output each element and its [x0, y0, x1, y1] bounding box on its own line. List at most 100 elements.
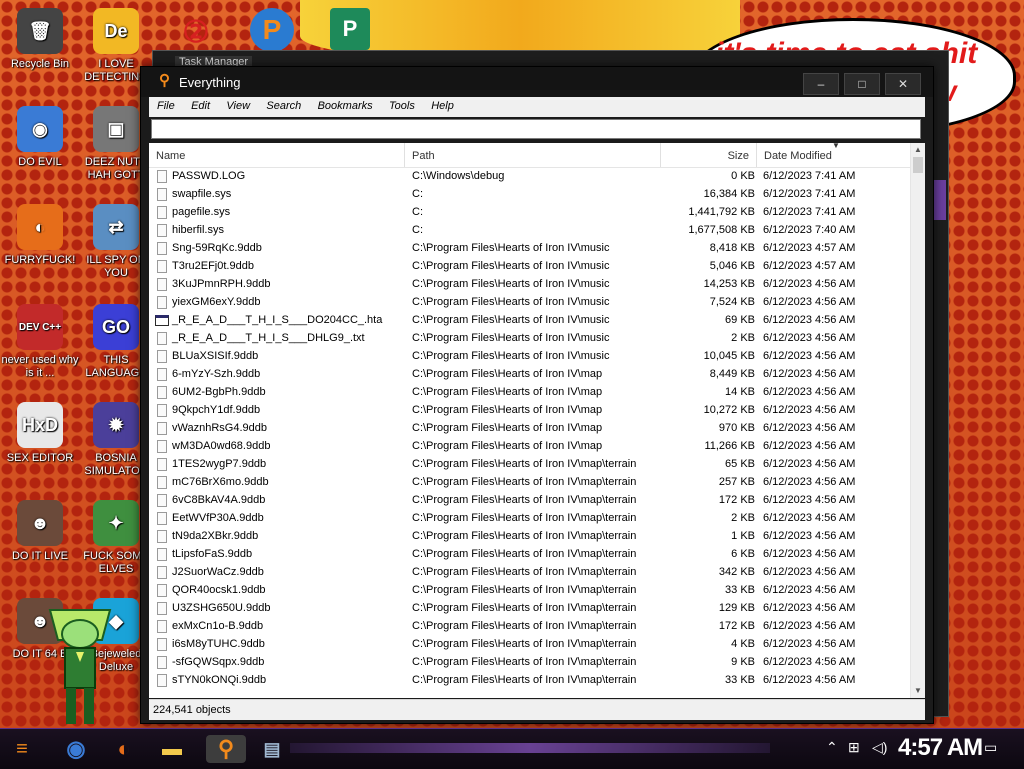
table-row[interactable]: 3KuJPmnRPH.9ddb C:\Program Files\Hearts o…: [149, 276, 911, 294]
table-row[interactable]: 6vC8BkAV4A.9ddb C:\Program Files\Hearts o…: [149, 492, 911, 510]
elves-icon: ✦: [93, 500, 139, 546]
file-path: C:\Program Files\Hearts of Iron IV\map\t…: [412, 548, 637, 560]
file-icon: [157, 638, 167, 651]
file-icon: [157, 386, 167, 399]
table-row[interactable]: mC76BrX6mo.9ddb C:\Program Files\Hearts o…: [149, 474, 911, 492]
table-row[interactable]: 6UM2-BgbPh.9ddb C:\Program Files\Hearts o…: [149, 384, 911, 402]
menu-bookmarks[interactable]: Bookmarks: [310, 97, 378, 112]
tray-chevron-icon[interactable]: ⌃: [826, 739, 838, 756]
table-row[interactable]: tN9da2XBkr.9ddb C:\Program Files\Hearts o…: [149, 528, 911, 546]
column-name[interactable]: Name: [149, 143, 405, 167]
table-row[interactable]: wM3DA0wd68.9ddb C:\Program Files\Hearts o…: [149, 438, 911, 456]
menu-edit[interactable]: Edit: [183, 97, 215, 112]
menu-file[interactable]: File: [149, 97, 180, 112]
character-sticker: [48, 609, 112, 724]
menu-search[interactable]: Search: [258, 97, 306, 112]
results-list[interactable]: Name Path Size Date Modified ▼ PASSWD.LO…: [149, 143, 925, 698]
table-row[interactable]: 6-mYzY-Szh.9ddb C:\Program Files\Hearts o…: [149, 366, 911, 384]
table-row[interactable]: swapfile.sys C: 16,384 KB 6/12/2023 7:41 AM: [149, 186, 911, 204]
top-app-icon-2[interactable]: P: [250, 8, 294, 52]
menu-tools[interactable]: Tools: [381, 97, 420, 112]
table-row[interactable]: 1TES2wygP7.9ddb C:\Program Files\Hearts o…: [149, 456, 911, 474]
chrome-icon: ◉: [17, 106, 63, 152]
notification-icon[interactable]: ▭: [984, 739, 997, 756]
file-size: 10,045 KB: [703, 350, 755, 362]
file-icon: [157, 206, 167, 219]
desktop-icon[interactable]: ☻ DO IT LIVE: [0, 500, 80, 563]
table-row[interactable]: yiexGM6exY.9ddb C:\Program Files\Hearts o…: [149, 294, 911, 312]
table-row[interactable]: exMxCn1o-B.9ddb C:\Program Files\Hearts o…: [149, 618, 911, 636]
object-count: 224,541 objects: [153, 704, 231, 716]
desktop-icon[interactable]: 🗑 Recycle Bin: [0, 8, 80, 71]
file-name: tLipsfoFaS.9ddb: [172, 548, 253, 560]
table-row[interactable]: i6sM8yTUHC.9ddb C:\Program Files\Hearts o…: [149, 636, 911, 654]
file-date: 6/12/2023 4:56 AM: [763, 332, 856, 344]
desktop-icon[interactable]: ◐ FURRYFUCK!: [0, 204, 80, 267]
clock[interactable]: 4:57 AM: [898, 734, 983, 762]
table-row[interactable]: Sng-59RqKc.9ddb C:\Program Files\Hearts o…: [149, 240, 911, 258]
file-path: C:\Program Files\Hearts of Iron IV\map: [412, 368, 603, 380]
table-row[interactable]: vWaznhRsG4.9ddb C:\Program Files\Hearts o…: [149, 420, 911, 438]
file-icon: [157, 548, 167, 561]
network-icon[interactable]: ⊞: [848, 739, 860, 756]
table-row[interactable]: BLUaXSISIf.9ddb C:\Program Files\Hearts o…: [149, 348, 911, 366]
table-row[interactable]: T3ru2EFj0t.9ddb C:\Program Files\Hearts o…: [149, 258, 911, 276]
desktop-icon[interactable]: DEV C++ never used why is it ...: [0, 304, 80, 380]
file-date: 6/12/2023 4:56 AM: [763, 386, 856, 398]
hta-file-icon: [155, 315, 169, 326]
table-row[interactable]: _R_E_A_D___T_H_I_S___DHLG9_.txt C:\Progra…: [149, 330, 911, 348]
table-row[interactable]: tLipsfoFaS.9ddb C:\Program Files\Hearts o…: [149, 546, 911, 564]
file-date: 6/12/2023 4:57 AM: [763, 242, 856, 254]
title-bar[interactable]: ⚲ Everything – □ ✕: [141, 67, 933, 97]
column-size[interactable]: Size: [661, 143, 757, 167]
table-row[interactable]: QOR40ocsk1.9ddb C:\Program Files\Hearts o…: [149, 582, 911, 600]
table-row[interactable]: PASSWD.LOG C:\Windows\debug 0 KB 6/12/2023 …: [149, 168, 911, 186]
table-row[interactable]: pagefile.sys C: 1,441,792 KB 6/12/2023 7:41…: [149, 204, 911, 222]
table-row[interactable]: J2SuorWaCz.9ddb C:\Program Files\Hearts o…: [149, 564, 911, 582]
taskbar-stripe: [290, 743, 770, 753]
everything-window[interactable]: ⚲ Everything – □ ✕ File Edit View Search…: [140, 66, 934, 724]
dev-cpp-icon: DEV C++: [17, 304, 63, 350]
file-size: 129 KB: [718, 602, 755, 614]
file-date: 6/12/2023 4:56 AM: [763, 566, 856, 578]
table-row[interactable]: U3ZSHG650U.9ddb C:\Program Files\Hearts o…: [149, 600, 911, 618]
start-button-icon[interactable]: ≡: [8, 735, 36, 763]
file-icon: [157, 566, 167, 579]
menu-help[interactable]: Help: [423, 97, 459, 112]
table-row[interactable]: -sfGQWSqpx.9ddb C:\Program Files\Hearts o…: [149, 654, 911, 672]
file-size: 69 KB: [725, 314, 755, 326]
vertical-scrollbar[interactable]: ▲ ▼: [910, 143, 925, 698]
file-path: C:\Program Files\Hearts of Iron IV\map\t…: [412, 584, 637, 596]
table-row[interactable]: sTYN0kONQi.9ddb C:\Program Files\Hearts o…: [149, 672, 911, 690]
table-row[interactable]: _R_E_A_D___T_H_I_S___DO204CC_.hta C:\Prog…: [149, 312, 911, 330]
minimize-button[interactable]: –: [803, 73, 839, 95]
scroll-down-icon[interactable]: ▼: [911, 684, 925, 698]
publisher-icon[interactable]: P: [330, 8, 370, 50]
file-date: 6/12/2023 4:56 AM: [763, 296, 856, 308]
chrome-taskbar-icon[interactable]: ◉: [62, 735, 90, 763]
desktop-icon-label: DO EVIL: [18, 156, 62, 168]
table-row[interactable]: 9QkpchY1df.9ddb C:\Program Files\Hearts o…: [149, 402, 911, 420]
table-row[interactable]: EetWVfP30A.9ddb C:\Program Files\Hearts o…: [149, 510, 911, 528]
file-icon: [157, 584, 167, 597]
file-path: C:\Program Files\Hearts of Iron IV\map: [412, 440, 603, 452]
scroll-thumb[interactable]: [913, 157, 923, 173]
file-size: 342 KB: [718, 566, 755, 578]
file-explorer-icon[interactable]: ▬: [158, 735, 186, 763]
file-name: EetWVfP30A.9ddb: [172, 512, 264, 524]
volume-icon[interactable]: ◁): [872, 739, 887, 756]
firefox-taskbar-icon[interactable]: ◐: [110, 735, 138, 763]
everything-taskbar-icon[interactable]: ⚲: [206, 735, 246, 763]
top-app-icon-1[interactable]: ②: [176, 10, 216, 54]
search-input[interactable]: [151, 119, 921, 139]
column-path[interactable]: Path: [405, 143, 661, 167]
scroll-up-icon[interactable]: ▲: [911, 143, 925, 157]
menu-view[interactable]: View: [218, 97, 255, 112]
task-manager-taskbar-icon[interactable]: ▤: [258, 735, 286, 763]
maximize-button[interactable]: □: [844, 73, 880, 95]
close-button[interactable]: ✕: [885, 73, 921, 95]
desktop-icon[interactable]: HxD SEX EDITOR: [0, 402, 80, 465]
table-row[interactable]: hiberfil.sys C: 1,677,508 KB 6/12/2023 7:40…: [149, 222, 911, 240]
file-size: 8,418 KB: [709, 242, 755, 254]
desktop-icon[interactable]: ◉ DO EVIL: [0, 106, 80, 169]
